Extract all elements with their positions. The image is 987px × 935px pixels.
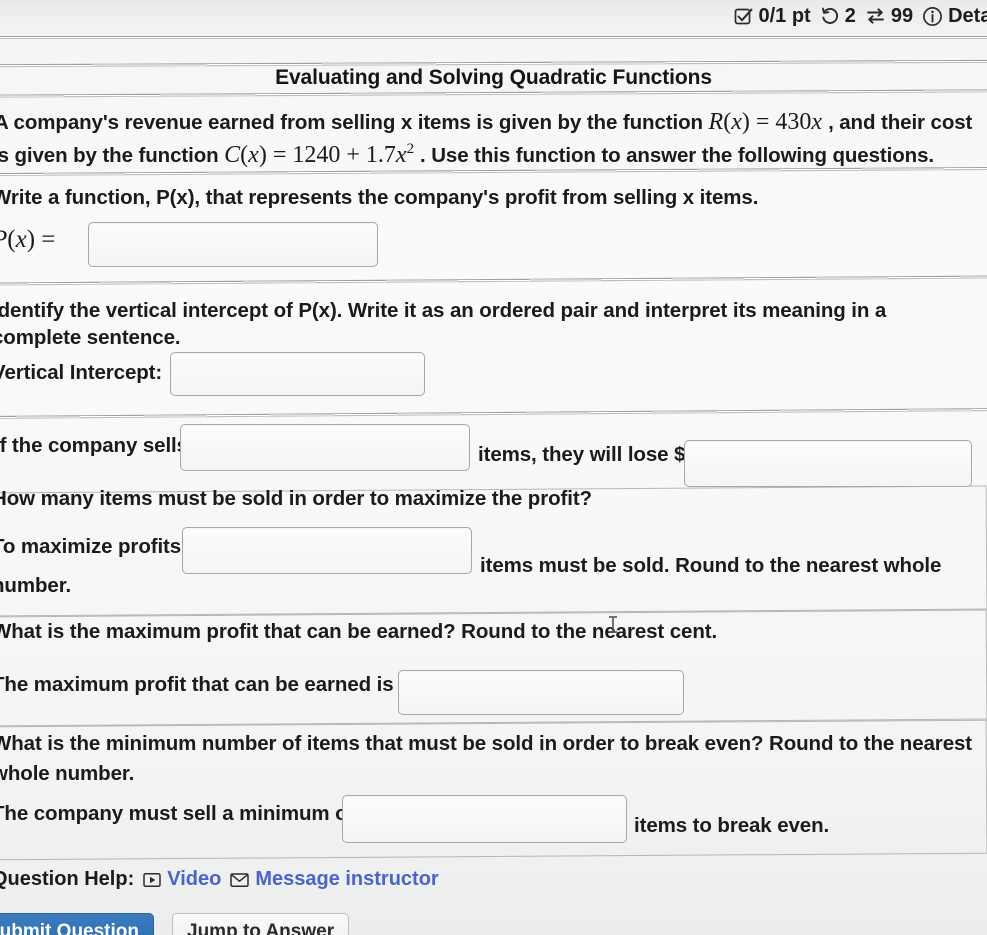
- message-instructor-label: Message instructor: [255, 868, 439, 890]
- part-d-sentence-pre: The maximum profit that can be earned is…: [0, 673, 411, 696]
- loss-amount-input[interactable]: [684, 440, 972, 487]
- revenue-function: R(x) = 430x: [708, 109, 829, 135]
- part-a-prompt: Write a function, P(x), that represents …: [0, 186, 759, 209]
- divider-title-bottom: [0, 89, 987, 98]
- maximum-profit-input[interactable]: [398, 670, 684, 715]
- points-value: 0/1 pt: [758, 4, 811, 27]
- points-indicator: 0/1 pt: [734, 4, 811, 28]
- intro-text-1b: , and their cost: [828, 111, 973, 134]
- part-b-prompt-line-2: complete sentence.: [0, 326, 181, 349]
- divider-part-a-bottom: [0, 275, 987, 286]
- submit-question-button[interactable]: Submit Question: [0, 913, 154, 935]
- part-c-sentence-post-2: number.: [0, 574, 72, 597]
- cost-exponent: 2: [406, 141, 415, 157]
- cost-function: C(x) = 1240 + 1.7x2: [224, 141, 415, 168]
- part-e-sentence-post: items to break even.: [634, 814, 830, 837]
- details-label: Detai: [948, 4, 987, 27]
- question-status-bar: 0/1 pt 2 99 Deta: [0, 0, 987, 32]
- intro-line-2: is given by the function C(x) = 1240 + 1…: [0, 141, 934, 169]
- exchange-indicator[interactable]: 99: [865, 5, 913, 28]
- info-circle-icon[interactable]: [922, 6, 943, 27]
- intro-text-2b: . Use this function to answer the follow…: [420, 144, 934, 167]
- part-b-sentence-pre: If the company sells: [0, 434, 188, 457]
- part-c-prompt: How many items must be sold in order to …: [0, 487, 592, 510]
- jump-to-answer-button[interactable]: Jump to Answer: [172, 913, 350, 935]
- intro-text-1a: A company's revenue earned from selling …: [0, 111, 703, 134]
- video-play-icon: [143, 872, 161, 888]
- vertical-intercept-input[interactable]: [170, 352, 425, 396]
- video-help-label: Video: [167, 868, 222, 890]
- part-e-prompt-line-1: What is the minimum number of items that…: [0, 732, 973, 755]
- divider-top: [0, 36, 987, 39]
- items-sold-loss-input[interactable]: [180, 424, 470, 471]
- undo-circular-arrow-icon[interactable]: [820, 6, 840, 26]
- maximize-items-input[interactable]: [182, 527, 472, 574]
- question-screen: 0/1 pt 2 99 Deta Evaluating and Solving …: [0, 0, 987, 935]
- page-title: Evaluating and Solving Quadratic Functio…: [275, 66, 712, 89]
- intro-line-1: A company's revenue earned from selling …: [0, 109, 972, 136]
- part-c-sentence-pre: To maximize profits,: [0, 535, 187, 558]
- break-even-items-input[interactable]: [342, 795, 627, 843]
- video-help-link[interactable]: Video: [143, 868, 221, 891]
- profit-function-input[interactable]: [88, 222, 378, 267]
- message-instructor-link[interactable]: Message instructor: [230, 868, 439, 891]
- exchange-arrows-icon[interactable]: [865, 6, 886, 26]
- part-e-prompt-line-2: whole number.: [0, 762, 135, 785]
- checkbox-checked-icon: [734, 7, 753, 26]
- question-help-label: Question Help:: [0, 868, 135, 890]
- part-a-label: P(x) =: [0, 226, 56, 253]
- attempts-value: 2: [844, 4, 856, 27]
- exchange-value: 99: [890, 4, 914, 27]
- part-b-sentence-mid: items, they will lose $: [478, 443, 686, 466]
- text-cursor-artifact: [609, 616, 617, 633]
- attempts-indicator[interactable]: 2: [820, 5, 856, 28]
- intro-text-2a: is given by the function: [0, 144, 219, 167]
- details-indicator[interactable]: Detai: [922, 5, 987, 28]
- part-b-prompt-line-1: Identify the vertical intercept of P(x).…: [0, 299, 887, 322]
- action-button-row: Submit Question Jump to Answer: [0, 913, 350, 935]
- question-help-row: Question Help: Video Message instructor: [0, 868, 439, 891]
- envelope-icon: [230, 872, 250, 888]
- divider-part-b-mid: [0, 408, 987, 419]
- vertical-intercept-label: Vertical Intercept:: [0, 361, 163, 384]
- part-e-sentence-pre: The company must sell a minimum of: [0, 802, 355, 825]
- part-c-sentence-post-1: items must be sold. Round to the nearest…: [480, 554, 942, 577]
